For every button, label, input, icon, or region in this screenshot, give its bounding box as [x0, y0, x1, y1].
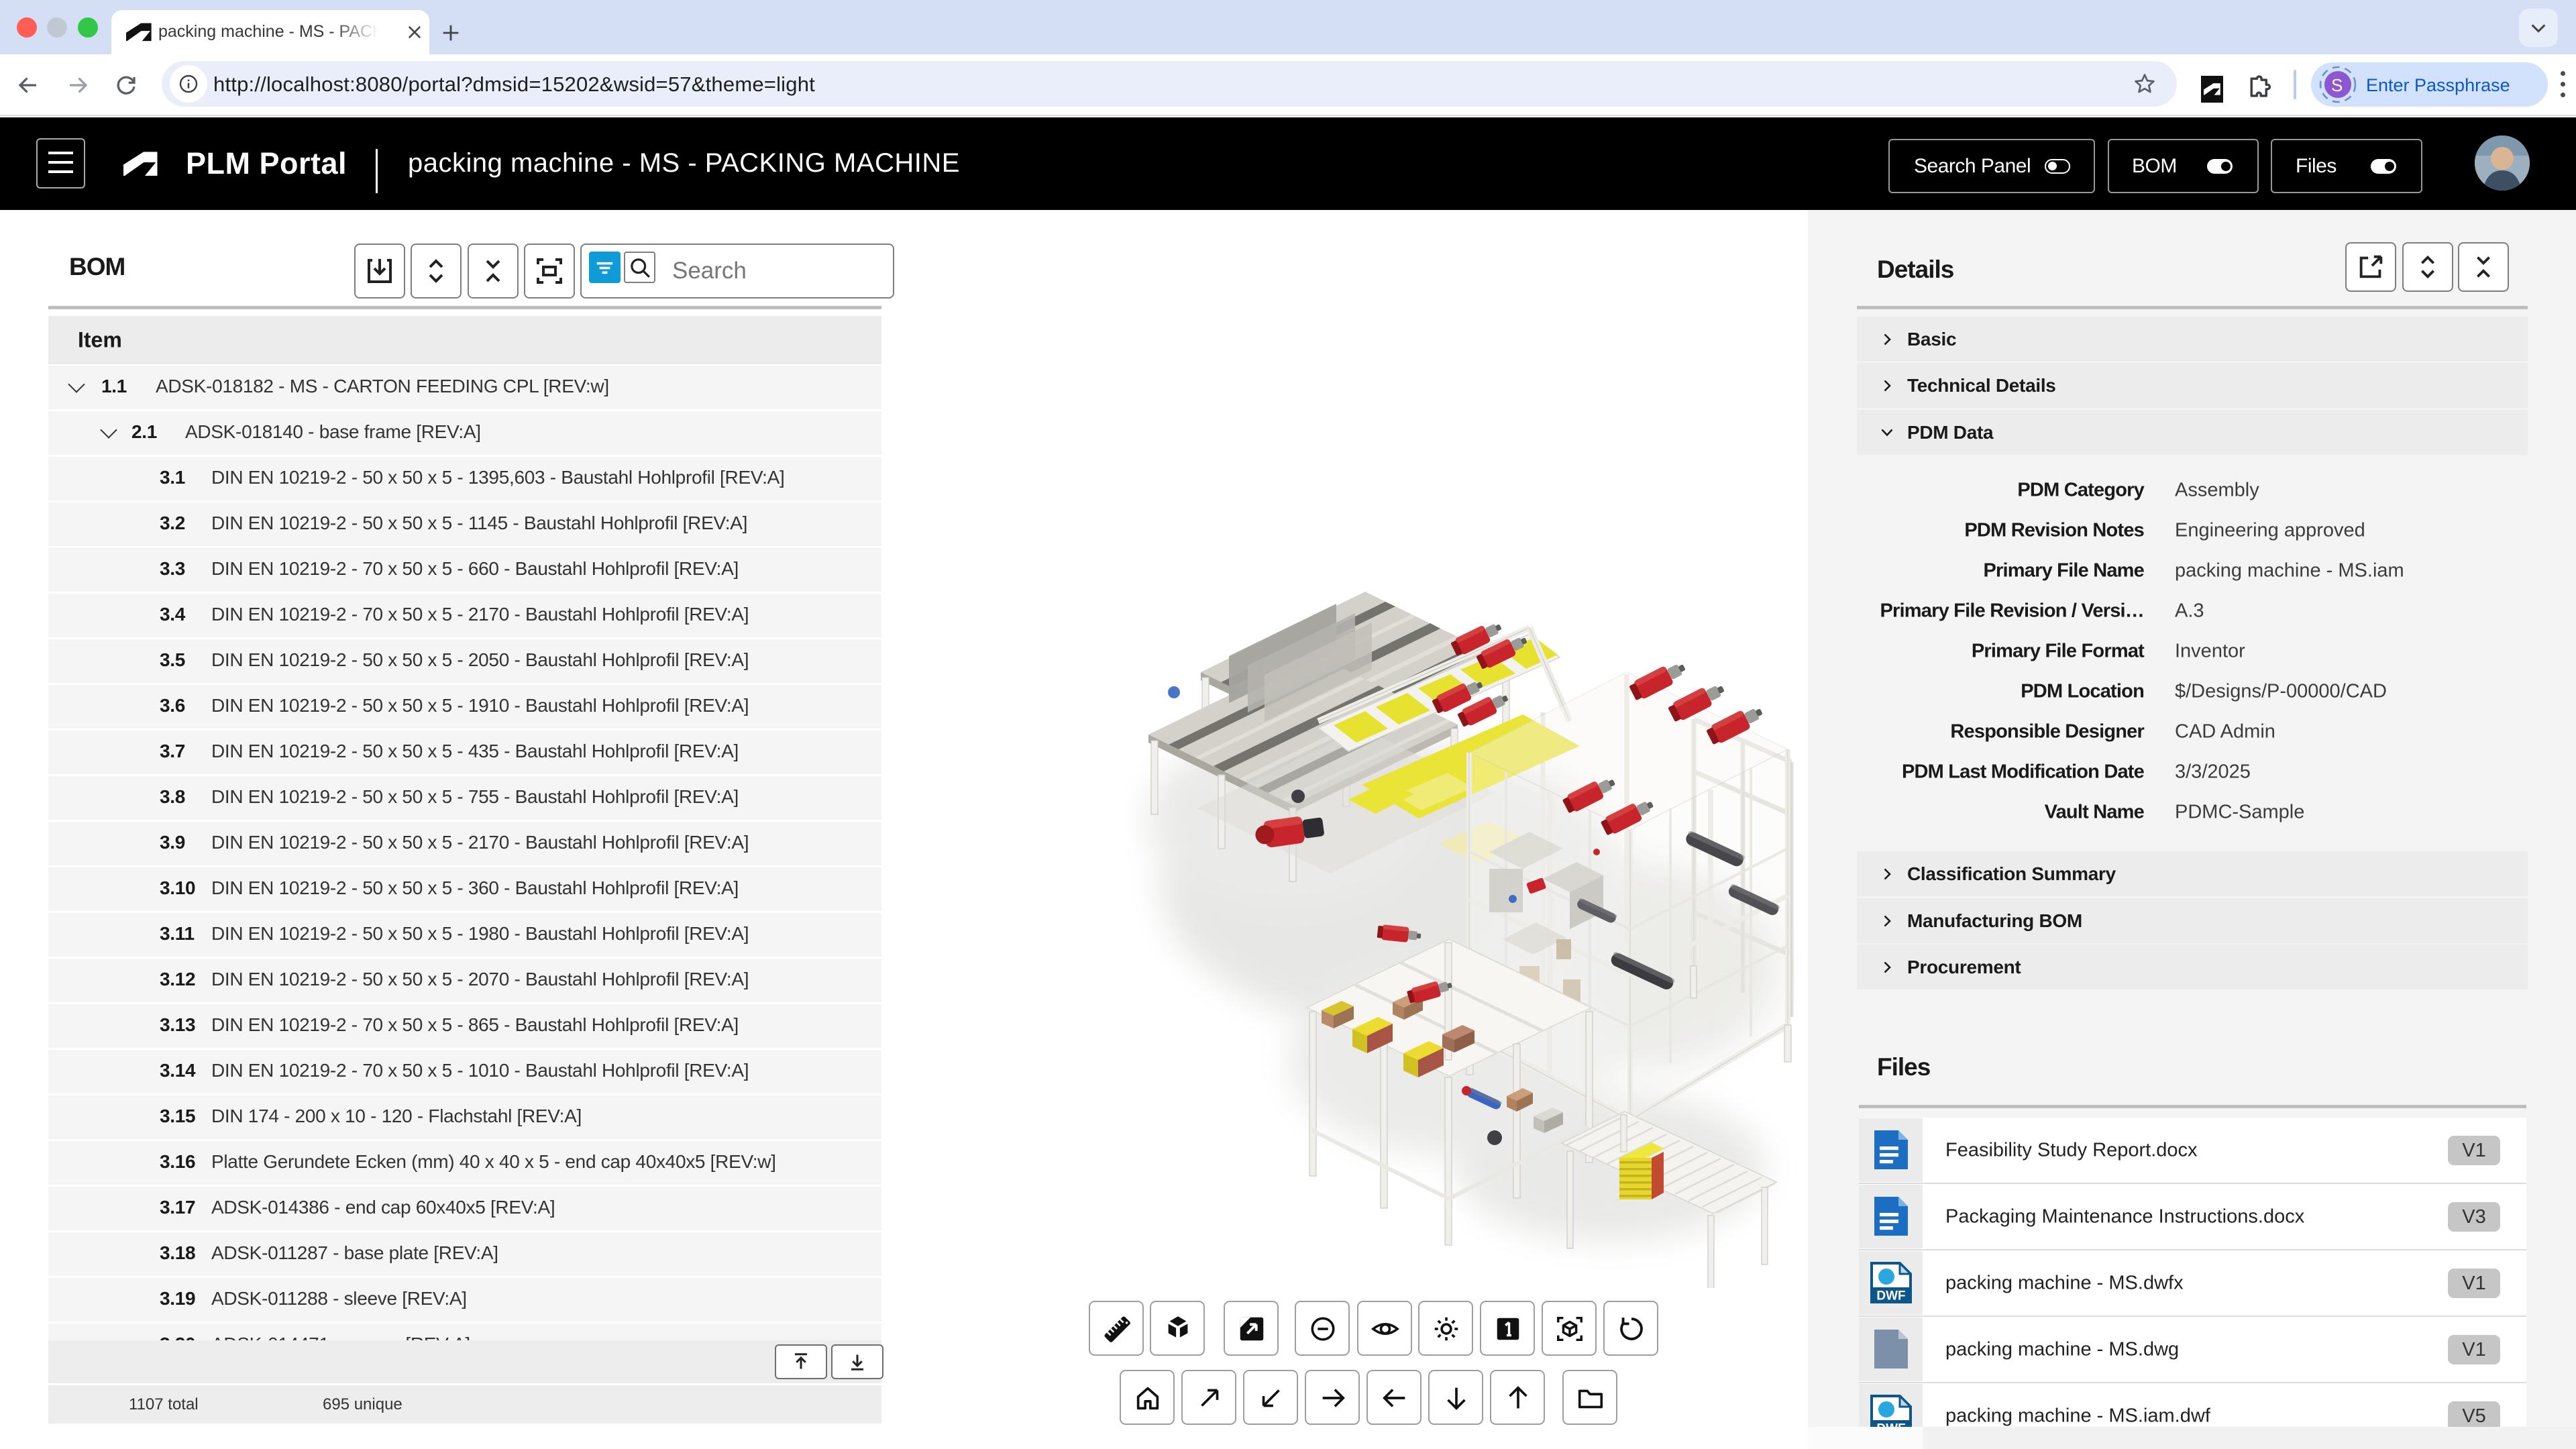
svg-text:DWF: DWF	[1876, 1289, 1905, 1303]
